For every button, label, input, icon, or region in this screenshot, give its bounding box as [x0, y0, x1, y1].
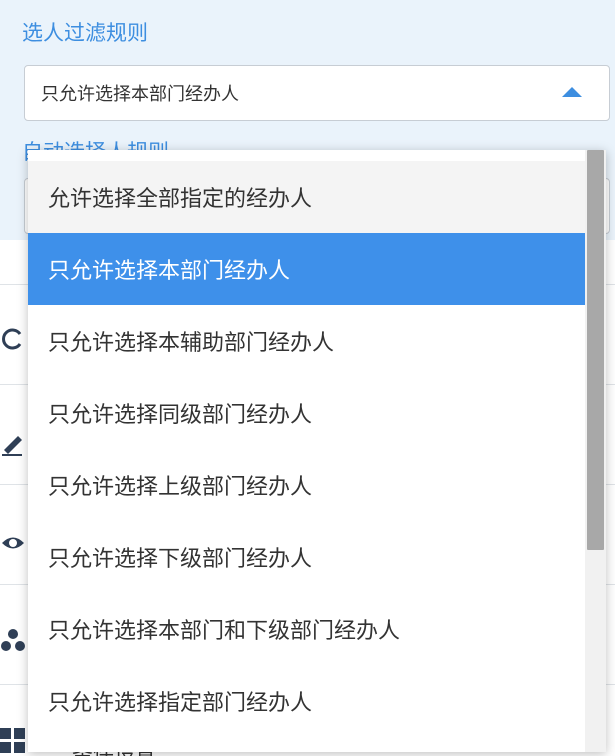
edit-icon	[0, 430, 26, 456]
grid-icon	[0, 728, 26, 754]
dropdown-option[interactable]: 只允许选择本辅助部门经办人	[28, 305, 585, 377]
filter-rule-selected-value: 只允许选择本部门经办人	[41, 84, 239, 105]
dropdown-option-selected[interactable]: 只允许选择本部门经办人	[28, 233, 585, 305]
dropdown-option[interactable]: 只允许选择上级部门经办人	[28, 449, 585, 521]
filter-rule-dropdown: 允许选择全部指定的经办人 只允许选择本部门经办人 只允许选择本辅助部门经办人 只…	[28, 150, 606, 752]
dropdown-scrollbar-thumb[interactable]	[587, 150, 604, 550]
filter-rule-title: 选人过滤规则	[22, 21, 148, 45]
eye-icon	[0, 530, 26, 556]
dropdown-scrollbar[interactable]	[585, 150, 606, 752]
dropdown-option[interactable]: 只允许选择指定部门经办人	[28, 665, 585, 737]
dropdown-option[interactable]: 允许选择全部指定的经办人	[28, 161, 585, 233]
dropdown-option[interactable]: 只允许选择同级部门经办人	[28, 377, 585, 449]
fan-icon	[0, 628, 26, 654]
dropdown-option[interactable]: 只允许选择本部门和下级部门经办人	[28, 593, 585, 665]
caret-up-icon	[562, 87, 582, 97]
filter-rule-select[interactable]: 只允许选择本部门经办人	[24, 65, 610, 121]
refresh-icon	[0, 326, 26, 352]
workflow-settings-page: 选人过滤规则 只允许选择本部门经办人 自动选择人规则 条件设置 允许选择全部指定…	[0, 0, 615, 756]
dropdown-option[interactable]: 只允许选择下级部门经办人	[28, 521, 585, 593]
